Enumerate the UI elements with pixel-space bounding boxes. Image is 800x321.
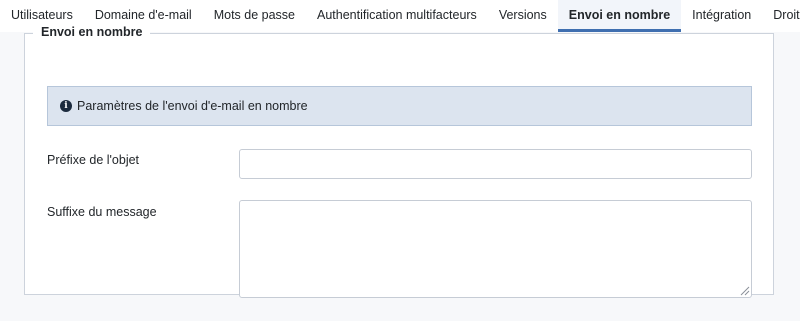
message-suffix-label: Suffixe du message <box>47 205 157 219</box>
tab-droits[interactable]: Droits <box>762 0 800 32</box>
tab-mots-de-passe[interactable]: Mots de passe <box>203 0 306 32</box>
tab-integration[interactable]: Intégration <box>681 0 762 32</box>
info-text: Paramètres de l'envoi d'e-mail en nombre <box>77 99 308 113</box>
message-suffix-textarea[interactable] <box>239 200 752 298</box>
info-icon: i <box>60 100 72 112</box>
tab-authentification-multifacteurs[interactable]: Authentification multifacteurs <box>306 0 488 32</box>
tab-envoi-en-nombre[interactable]: Envoi en nombre <box>557 0 682 32</box>
resize-grip-icon[interactable] <box>739 285 750 296</box>
subject-prefix-label: Préfixe de l'objet <box>47 153 140 167</box>
subject-prefix-input[interactable] <box>239 149 752 179</box>
fieldset-legend: Envoi en nombre <box>33 25 151 39</box>
info-alert: i Paramètres de l'envoi d'e-mail en nomb… <box>47 86 752 126</box>
tab-versions[interactable]: Versions <box>488 0 558 32</box>
